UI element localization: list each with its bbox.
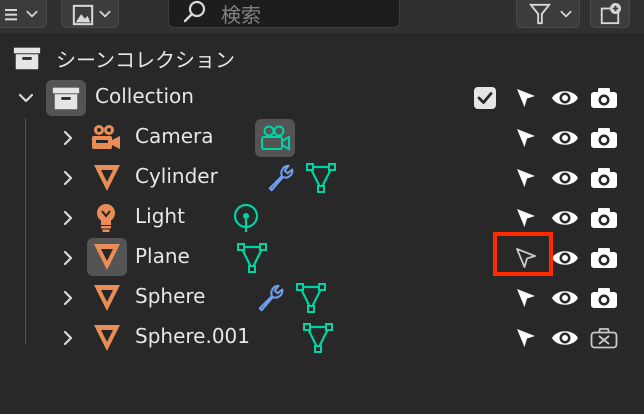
list-icon	[5, 7, 21, 23]
active-object-badge	[87, 238, 127, 276]
eye-icon[interactable]	[551, 168, 579, 188]
object-label: Camera	[135, 124, 214, 148]
chevron-right-icon[interactable]	[62, 249, 74, 267]
mesh-data-icon[interactable]	[236, 242, 268, 274]
mesh-data-icon[interactable]	[302, 322, 334, 354]
search-field[interactable]: 検索	[168, 0, 400, 28]
object-row-sphere[interactable]: Sphere	[0, 278, 644, 318]
chevron-down-icon	[98, 9, 112, 19]
chevron-down-icon[interactable]	[17, 92, 35, 104]
eye-icon[interactable]	[551, 208, 579, 228]
object-row-sphere-001[interactable]: Sphere.001	[0, 318, 644, 358]
select-cursor-icon[interactable]	[514, 206, 538, 230]
collection-row[interactable]: Collection	[0, 78, 644, 118]
object-row-cylinder[interactable]: Cylinder	[0, 158, 644, 198]
chevron-right-icon[interactable]	[62, 169, 74, 187]
mesh-data-icon[interactable]	[295, 282, 327, 314]
eye-icon[interactable]	[551, 248, 579, 268]
select-cursor-icon[interactable]	[514, 126, 538, 150]
light-data-icon[interactable]	[230, 202, 262, 234]
object-label: Plane	[135, 244, 190, 268]
camera-data-badge[interactable]	[255, 119, 295, 157]
search-icon	[183, 0, 207, 24]
mesh-icon	[91, 162, 123, 194]
chevron-right-icon[interactable]	[62, 289, 74, 307]
filter-icon	[529, 3, 551, 25]
outliner-header: 検索	[0, 0, 644, 33]
wrench-icon[interactable]	[256, 283, 286, 313]
render-camera-icon[interactable]	[590, 247, 618, 269]
checkmark-icon	[477, 92, 493, 104]
new-collection-icon	[599, 3, 621, 25]
filter-dropdown[interactable]	[516, 0, 580, 28]
select-cursor-icon[interactable]	[514, 286, 538, 310]
wrench-icon[interactable]	[266, 163, 296, 193]
new-collection-button[interactable]	[590, 0, 630, 28]
collection-icon-badge	[46, 80, 86, 116]
collection-box-icon	[12, 43, 42, 73]
eye-icon[interactable]	[551, 128, 579, 148]
render-camera-icon[interactable]	[590, 207, 618, 229]
mesh-data-icon[interactable]	[305, 162, 337, 194]
eye-icon[interactable]	[551, 88, 579, 108]
select-cursor-icon[interactable]	[514, 86, 538, 110]
exclude-checkbox[interactable]	[474, 87, 496, 109]
render-camera-icon[interactable]	[590, 167, 618, 189]
scene-collection-label: シーンコレクション	[56, 48, 235, 72]
collection-box-icon	[51, 83, 81, 113]
eye-icon[interactable]	[551, 328, 579, 348]
object-label: Cylinder	[135, 164, 218, 188]
scene-collection-row[interactable]: シーンコレクション	[0, 38, 644, 78]
highlight-box	[493, 232, 553, 276]
camera-icon	[90, 122, 122, 154]
display-mode-dropdown[interactable]	[0, 0, 47, 28]
object-label: Sphere.001	[135, 324, 250, 348]
collection-label: Collection	[95, 84, 194, 108]
render-camera-icon[interactable]	[590, 127, 618, 149]
chevron-right-icon[interactable]	[62, 209, 74, 227]
render-camera-icon[interactable]	[590, 87, 618, 109]
light-bulb-icon	[90, 202, 122, 234]
render-camera-disabled-icon[interactable]	[590, 327, 618, 349]
search-placeholder: 検索	[221, 3, 261, 27]
chevron-right-icon[interactable]	[62, 329, 74, 347]
mesh-icon	[91, 282, 123, 314]
object-label: Sphere	[135, 284, 206, 308]
select-cursor-icon[interactable]	[514, 166, 538, 190]
render-camera-icon[interactable]	[590, 287, 618, 309]
mesh-icon	[91, 241, 123, 273]
chevron-down-icon	[25, 9, 39, 19]
mesh-icon	[91, 322, 123, 354]
image-icon	[72, 4, 94, 26]
eye-icon[interactable]	[551, 288, 579, 308]
view-dropdown[interactable]	[61, 0, 119, 28]
select-cursor-icon[interactable]	[514, 326, 538, 350]
chevron-down-icon	[559, 9, 573, 19]
camera-data-icon	[259, 122, 291, 154]
chevron-right-icon[interactable]	[62, 129, 74, 147]
object-label: Light	[135, 204, 185, 228]
object-row-camera[interactable]: Camera	[0, 118, 644, 158]
